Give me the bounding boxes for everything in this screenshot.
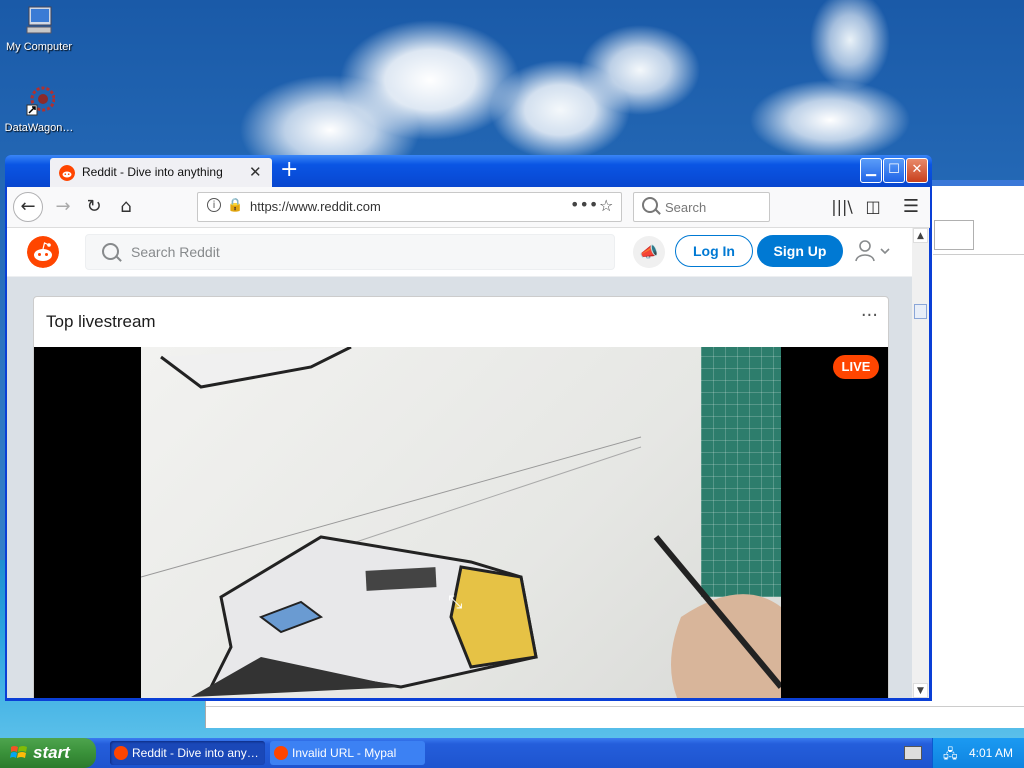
close-window-button[interactable]: ✕ bbox=[906, 158, 928, 183]
computer-icon bbox=[26, 6, 52, 34]
new-tab-button[interactable]: + bbox=[280, 158, 298, 182]
back-button[interactable]: ← bbox=[13, 192, 43, 222]
reddit-icon bbox=[59, 165, 75, 181]
forward-button[interactable]: → bbox=[48, 192, 78, 222]
menu-icon[interactable]: ☰ bbox=[896, 192, 926, 222]
livestream-video[interactable]: LIVE ⤡ bbox=[34, 347, 888, 698]
desktop-icon-datawagon[interactable]: DataWagon… bbox=[0, 85, 78, 134]
url-bar[interactable]: i 🔒 https://www.reddit.com ••• ☆ bbox=[197, 192, 622, 222]
divider bbox=[206, 706, 1024, 707]
browser-icon bbox=[114, 746, 128, 760]
background-window-field[interactable] bbox=[934, 220, 974, 250]
scrollbar-thumb[interactable] bbox=[914, 304, 927, 319]
sidebar-icon[interactable]: ◫ bbox=[858, 192, 888, 222]
search-icon bbox=[102, 243, 119, 260]
url-text[interactable]: https://www.reddit.com bbox=[250, 199, 381, 214]
reddit-search-placeholder: Search Reddit bbox=[131, 244, 220, 260]
reddit-logo-icon[interactable] bbox=[27, 236, 59, 268]
user-icon bbox=[855, 240, 890, 262]
tab-close-icon[interactable]: ✕ bbox=[249, 163, 262, 181]
taskbar-item-mypal[interactable]: Invalid URL - Mypal bbox=[270, 741, 425, 765]
taskbar-item-reddit[interactable]: Reddit - Dive into any… bbox=[110, 741, 265, 765]
vertical-scrollbar[interactable]: ▲ ▼ bbox=[912, 228, 929, 698]
browser-window: Reddit - Dive into anything ✕ + ▁ ☐ ✕ ← … bbox=[5, 155, 932, 701]
reddit-header: Search Reddit 📣 Log In Sign Up bbox=[7, 228, 912, 277]
browser-search-placeholder: Search bbox=[665, 200, 707, 215]
datawagon-icon bbox=[26, 86, 56, 116]
sketch-illustration bbox=[141, 347, 781, 698]
bookmark-star-icon[interactable]: ☆ bbox=[599, 196, 613, 215]
expand-icon[interactable]: ⤡ bbox=[448, 592, 462, 613]
reload-button[interactable]: ↻ bbox=[79, 192, 109, 222]
navigation-toolbar: ← → ↻ ⌂ i 🔒 https://www.reddit.com ••• ☆… bbox=[7, 187, 930, 228]
taskbar: start Reddit - Dive into any… Invalid UR… bbox=[0, 738, 1024, 768]
page-actions-icon[interactable]: ••• bbox=[570, 195, 598, 214]
tab-title: Reddit - Dive into anything bbox=[82, 165, 223, 179]
video-frame bbox=[141, 347, 781, 698]
taskbar-item-label: Reddit - Dive into any… bbox=[132, 746, 259, 760]
live-badge: LIVE bbox=[833, 355, 879, 379]
desktop-icon-label: DataWagon… bbox=[4, 122, 74, 134]
tab-reddit[interactable]: Reddit - Dive into anything ✕ bbox=[50, 158, 272, 187]
maximize-button[interactable]: ☐ bbox=[883, 158, 905, 183]
network-icon[interactable]: 🖧 bbox=[943, 745, 958, 767]
home-button[interactable]: ⌂ bbox=[111, 192, 141, 222]
user-menu-button[interactable] bbox=[855, 237, 895, 265]
start-label: start bbox=[33, 743, 70, 762]
windows-logo-icon bbox=[10, 746, 27, 758]
start-button[interactable]: start bbox=[0, 738, 96, 768]
taskbar-item-label: Invalid URL - Mypal bbox=[292, 746, 397, 760]
minimize-button[interactable]: ▁ bbox=[860, 158, 882, 183]
divider bbox=[933, 254, 1024, 255]
system-tray: 🖧 4:01 AM bbox=[932, 738, 1024, 768]
keyboard-icon[interactable] bbox=[904, 746, 922, 760]
library-icon[interactable]: |||\ bbox=[827, 192, 857, 222]
sign-up-button[interactable]: Sign Up bbox=[757, 235, 843, 267]
desktop-icon-label: My Computer bbox=[5, 41, 73, 53]
top-livestream-card: Top livestream ··· LIVE ⤡ bbox=[33, 296, 889, 698]
log-in-button[interactable]: Log In bbox=[675, 235, 753, 267]
window-titlebar[interactable]: Reddit - Dive into anything ✕ + ▁ ☐ ✕ bbox=[5, 155, 932, 187]
browser-search-field[interactable]: Search bbox=[633, 192, 770, 222]
lock-warning-icon[interactable]: 🔒 bbox=[227, 198, 243, 213]
advertise-megaphone-icon[interactable]: 📣 bbox=[633, 236, 665, 268]
scroll-up-icon[interactable]: ▲ bbox=[913, 228, 928, 243]
clock: 4:01 AM bbox=[969, 746, 1014, 760]
reddit-search-input[interactable]: Search Reddit bbox=[85, 234, 615, 270]
card-title: Top livestream bbox=[46, 312, 156, 331]
browser-icon bbox=[274, 746, 288, 760]
desktop-icon-my-computer[interactable]: My Computer bbox=[0, 4, 78, 53]
search-icon bbox=[642, 197, 658, 213]
page-viewport[interactable]: Search Reddit 📣 Log In Sign Up Top lives… bbox=[7, 228, 912, 698]
scroll-down-icon[interactable]: ▼ bbox=[913, 683, 928, 698]
more-options-icon[interactable]: ··· bbox=[861, 305, 878, 326]
info-icon[interactable]: i bbox=[207, 198, 221, 212]
